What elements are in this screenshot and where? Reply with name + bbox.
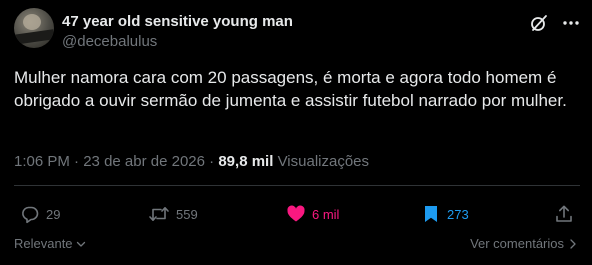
heart-icon bbox=[287, 205, 305, 222]
avatar-stripe bbox=[14, 29, 54, 45]
tweet-text: Mulher namora cara com 20 passagens, é m… bbox=[14, 68, 567, 110]
views-label: Visualizações bbox=[277, 153, 370, 170]
author-handle[interactable]: @decebalulus bbox=[62, 33, 157, 50]
retweet-count: 559 bbox=[176, 206, 198, 222]
like-count: 6 mil bbox=[312, 206, 340, 222]
meta-separator: · bbox=[69, 153, 84, 170]
see-replies-link[interactable]: Ver comentários bbox=[470, 236, 578, 251]
tweet-meta: 1:06 PM · 23 de abr de 2026 · 89,8 mil V… bbox=[14, 153, 369, 170]
bookmark-button[interactable]: 273 bbox=[421, 203, 469, 225]
bookmark-icon bbox=[425, 206, 437, 222]
share-icon bbox=[556, 205, 572, 222]
share-button[interactable] bbox=[554, 203, 574, 225]
like-button[interactable]: 6 mil bbox=[286, 203, 339, 225]
retweet-button[interactable]: 559 bbox=[148, 203, 198, 225]
tweet-card: 47 year old sensitive young man @decebal… bbox=[0, 0, 592, 265]
sort-dropdown[interactable]: Relevante bbox=[14, 236, 87, 251]
retweet-icon bbox=[149, 207, 169, 221]
reply-button[interactable]: 29 bbox=[20, 203, 60, 225]
chevron-right-icon bbox=[570, 238, 576, 249]
avatar[interactable] bbox=[14, 8, 54, 48]
avatar-figure bbox=[23, 14, 41, 30]
author-name[interactable]: 47 year old sensitive young man bbox=[62, 13, 293, 30]
reply-count: 29 bbox=[46, 206, 61, 222]
meta-separator: · bbox=[205, 153, 219, 170]
divider bbox=[14, 185, 580, 186]
see-replies-label: Ver comentários bbox=[470, 236, 564, 251]
views-count: 89,8 mil bbox=[218, 153, 274, 170]
tweet-date[interactable]: 23 de abr de 2026 bbox=[83, 153, 205, 170]
grok-icon[interactable] bbox=[528, 12, 550, 34]
reply-icon bbox=[22, 206, 39, 224]
bookmark-count: 273 bbox=[447, 206, 469, 222]
tweet-time[interactable]: 1:06 PM bbox=[14, 153, 70, 170]
more-icon[interactable] bbox=[560, 12, 582, 34]
chevron-down-icon bbox=[76, 241, 85, 247]
sort-label: Relevante bbox=[14, 236, 73, 251]
